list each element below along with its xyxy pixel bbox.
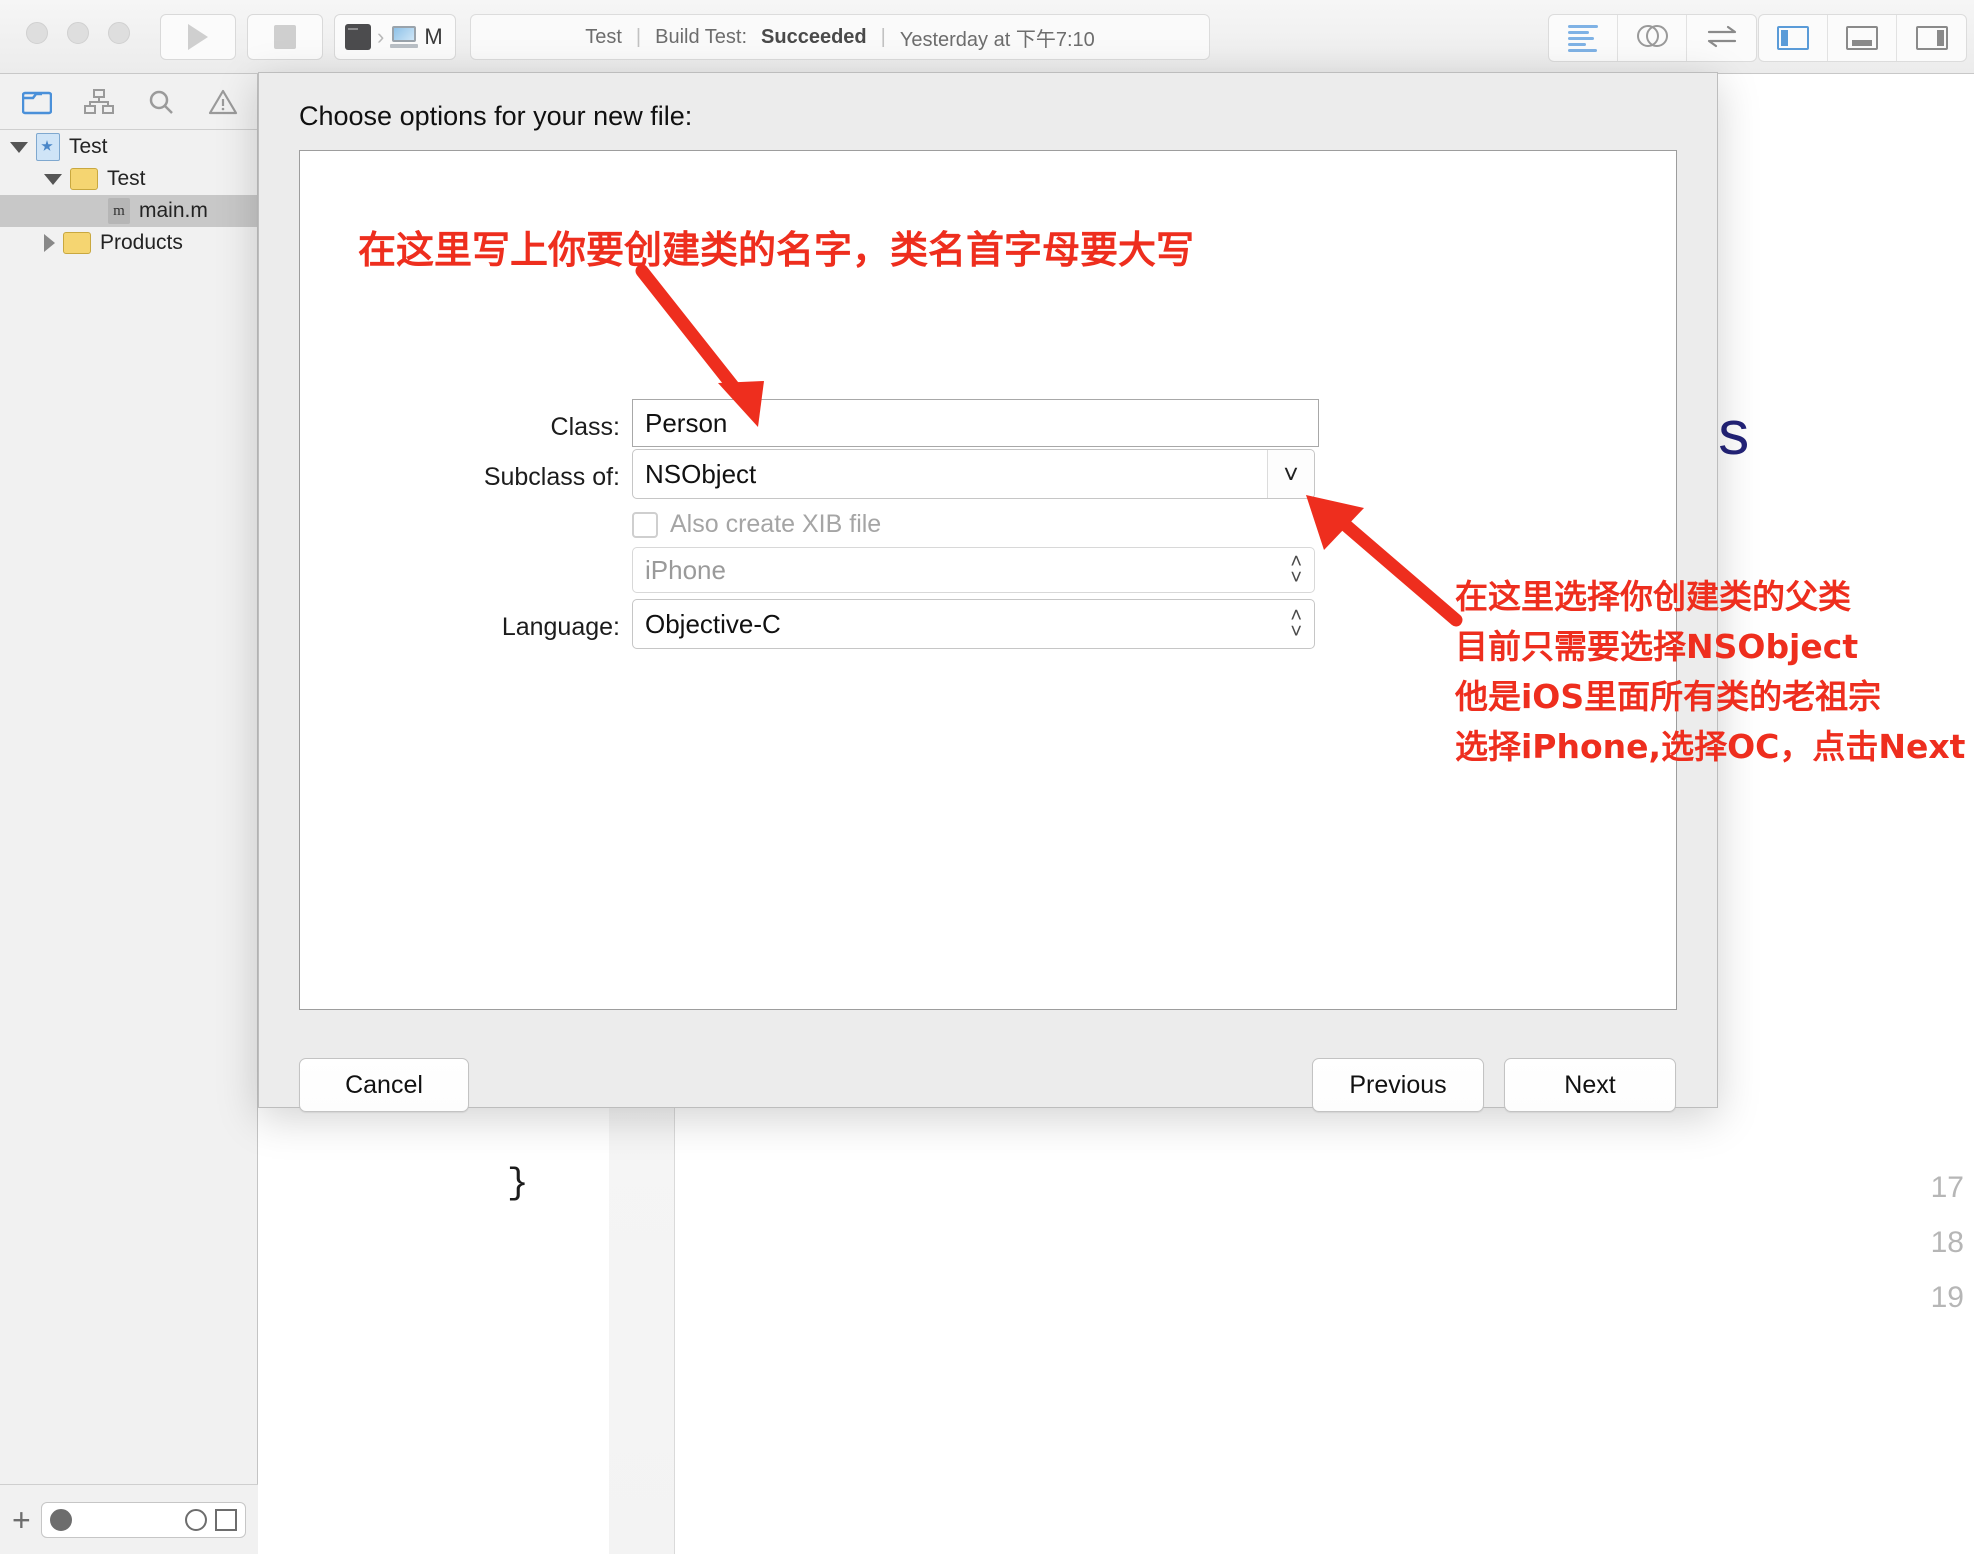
source-control-icon[interactable]: [215, 1508, 237, 1531]
annotation-line: 目前只需要选择NSObject: [1455, 627, 1859, 666]
editor-mode-group: [1548, 14, 1757, 62]
standard-editor-button[interactable]: [1549, 15, 1618, 61]
status-separator: |: [635, 25, 642, 48]
language-select[interactable]: Objective-C ˄ ˅: [632, 599, 1315, 649]
annotation-subclass-block: 在这里选择你创建类的父类 目前只需要选择NSObject 他是iOS里面所有类的…: [1455, 572, 1965, 772]
status-project: Test: [585, 25, 622, 48]
xib-checkbox[interactable]: [632, 511, 658, 538]
filter-recent-icon[interactable]: [49, 1508, 72, 1531]
warning-icon[interactable]: [208, 89, 238, 115]
chevron-right-icon: ›: [377, 24, 385, 49]
annotation-arrow-subclass: [1306, 495, 1463, 627]
run-button[interactable]: [160, 14, 236, 60]
version-editor-button[interactable]: [1687, 15, 1756, 61]
toggle-navigator-button[interactable]: [1759, 15, 1828, 61]
traffic-lights: [26, 22, 130, 44]
objc-file-icon: m: [108, 198, 130, 224]
status-build-label: Build Test:: [655, 25, 748, 48]
xib-label: Also create XIB file: [670, 510, 882, 538]
subclass-combo-box[interactable]: NSObject ˅: [632, 449, 1315, 499]
scheme-project-icon: [345, 24, 371, 50]
file-tree: Test Test m main.m Products: [0, 131, 257, 259]
toggle-utilities-button[interactable]: [1897, 15, 1966, 61]
tree-item-label: Products: [100, 231, 183, 254]
cancel-button[interactable]: Cancel: [299, 1058, 469, 1112]
project-navigator: Test Test m main.m Products +: [0, 74, 258, 1554]
utilities-toggle-icon: [1915, 26, 1948, 50]
tree-item-label: Test: [69, 135, 108, 158]
clock-icon[interactable]: [185, 1508, 207, 1531]
tree-item-label: Test: [107, 167, 146, 190]
hierarchy-icon[interactable]: [84, 88, 114, 115]
xcode-project-icon: [36, 133, 60, 161]
annotation-line: 在这里选择你创建类的父类: [1455, 577, 1851, 616]
close-button[interactable]: [26, 22, 48, 44]
subclass-field-label: Subclass of:: [483, 463, 620, 491]
version-editor-icon: [1705, 23, 1739, 54]
tree-item-label: main.m: [139, 199, 208, 222]
subclass-value: NSObject: [645, 458, 757, 489]
device-family-select[interactable]: iPhone ˄ ˅: [632, 547, 1315, 593]
code-closing-brace: }: [507, 1163, 529, 1204]
filter-input[interactable]: [40, 1501, 246, 1538]
search-icon[interactable]: [146, 89, 176, 115]
annotation-line: 选择iPhone,选择OC，点击Next: [1455, 727, 1966, 766]
folder-icon: [63, 232, 91, 254]
class-field-label: Class:: [550, 413, 620, 441]
maximize-button[interactable]: [108, 22, 130, 44]
tree-row-group[interactable]: Test: [0, 163, 257, 195]
assistant-editor-icon: [1635, 23, 1669, 54]
language-value: Objective-C: [645, 608, 781, 639]
standard-editor-icon: [1568, 22, 1598, 55]
chevron-down-icon[interactable]: [44, 173, 62, 185]
line-number: 19: [1930, 1281, 1964, 1314]
language-field-label: Language:: [501, 613, 620, 641]
debug-area-toggle-icon: [1846, 26, 1878, 50]
stop-icon: [274, 25, 296, 49]
scheme-destination-label: M: [424, 24, 443, 49]
assistant-editor-button[interactable]: [1618, 15, 1687, 61]
add-file-button[interactable]: +: [12, 1504, 31, 1536]
stop-button[interactable]: [247, 14, 323, 60]
previous-button[interactable]: Previous: [1312, 1058, 1484, 1112]
toggle-debug-area-button[interactable]: [1828, 15, 1897, 61]
minimize-button[interactable]: [67, 22, 89, 44]
mac-destination-icon: [390, 26, 419, 48]
annotation-line: 他是iOS里面所有类的老祖宗: [1455, 677, 1882, 716]
project-navigator-tab[interactable]: [21, 89, 53, 115]
view-toggle-group: [1758, 14, 1967, 62]
folder-icon: [70, 168, 98, 190]
line-number: 18: [1930, 1226, 1964, 1259]
next-button[interactable]: Next: [1504, 1058, 1676, 1112]
tree-row-products[interactable]: Products: [0, 227, 257, 259]
sheet-title: Choose options for your new file:: [299, 101, 693, 131]
device-value: iPhone: [645, 554, 726, 585]
window-toolbar: › M Test | Build Test: Succeeded | Yeste…: [0, 0, 1974, 74]
tree-row-main-m[interactable]: m main.m: [0, 195, 257, 227]
navigator-bottom-bar: +: [0, 1484, 258, 1554]
chevron-down-icon[interactable]: [10, 141, 28, 153]
also-create-xib-row[interactable]: Also create XIB file: [632, 510, 881, 539]
scheme-selector[interactable]: › M: [334, 14, 456, 60]
chevron-right-icon[interactable]: [44, 234, 55, 252]
line-number: 17: [1930, 1171, 1964, 1204]
navigator-tab-bar: [0, 74, 257, 130]
status-bar[interactable]: Test | Build Test: Succeeded | Yesterday…: [470, 14, 1210, 60]
run-icon: [188, 24, 208, 50]
status-separator: |: [880, 25, 886, 48]
status-timestamp: Yesterday at 下午7:10: [899, 28, 1095, 51]
status-build-result: Succeeded: [761, 25, 867, 48]
tree-row-project[interactable]: Test: [0, 131, 257, 163]
navigator-toggle-icon: [1777, 26, 1809, 50]
annotation-arrow-class: [635, 264, 764, 427]
